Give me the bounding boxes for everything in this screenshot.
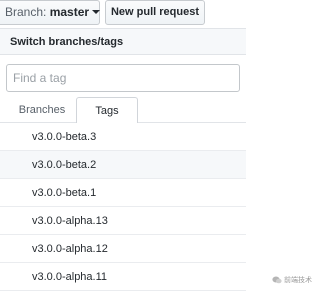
new-pull-request-button[interactable]: New pull request bbox=[105, 0, 205, 25]
find-tag-input[interactable] bbox=[6, 64, 240, 92]
dropdown-title: Switch branches/tags bbox=[0, 29, 246, 55]
tag-item[interactable]: v3.0.0-beta.2 bbox=[0, 151, 246, 179]
branch-select-button[interactable]: Branch: master bbox=[0, 0, 101, 25]
tag-item[interactable]: v3.0.0-alpha.12 bbox=[0, 235, 246, 263]
tab-tags[interactable]: Tags bbox=[76, 97, 138, 124]
watermark-text: 前端技术 bbox=[284, 277, 312, 284]
branch-name: master bbox=[49, 5, 90, 19]
tag-item[interactable]: v3.0.0-beta.1 bbox=[0, 179, 246, 207]
tag-item[interactable]: v3.0.0-beta.3 bbox=[0, 123, 246, 151]
tab-branches[interactable]: Branches bbox=[10, 97, 74, 124]
branch-prefix: Branch: bbox=[5, 5, 50, 19]
watermark: 前端技术 bbox=[272, 275, 312, 285]
branch-tag-tabs: Branches Tags bbox=[0, 97, 246, 124]
tag-item[interactable]: v3.0.0-alpha.11 bbox=[0, 263, 246, 291]
tag-list: v3.0.0-beta.3 v3.0.0-beta.2 v3.0.0-beta.… bbox=[0, 123, 246, 291]
tag-item[interactable]: v3.0.0-alpha.13 bbox=[0, 207, 246, 235]
wechat-icon bbox=[272, 276, 282, 284]
branch-tag-dropdown: Switch branches/tags Branches Tags v3.0.… bbox=[0, 28, 246, 291]
branch-toolbar: Branch: master New pull request bbox=[0, 0, 246, 26]
caret-down-icon bbox=[92, 9, 101, 14]
filter-area: Branches Tags bbox=[0, 56, 246, 124]
